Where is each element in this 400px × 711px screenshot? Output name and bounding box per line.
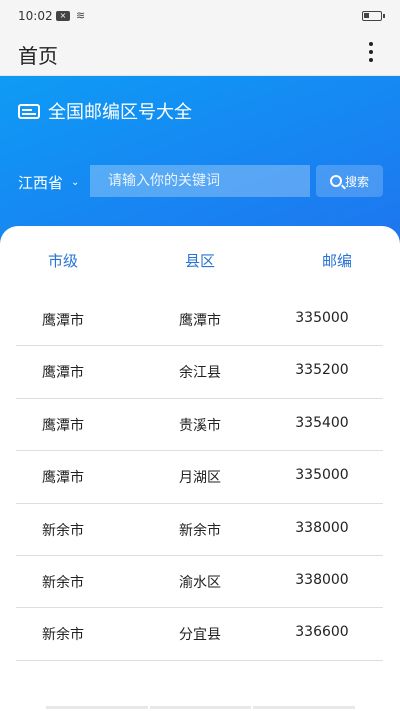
city-cell: 新余市: [42, 522, 84, 539]
wifi-icon: ≋: [76, 9, 86, 22]
column-header-city: 市级: [47, 252, 78, 270]
search-button[interactable]: 搜索: [316, 165, 383, 197]
table-row[interactable]: 新余市 新余市 338000: [16, 504, 383, 556]
bottom-tab-bar[interactable]: [46, 706, 356, 711]
status-time: 10:02: [18, 9, 53, 23]
table-row[interactable]: 鹰潭市 余江县 335200: [16, 346, 383, 399]
city-cell: 鹰潭市: [42, 365, 84, 382]
city-cell: 鹰潭市: [42, 470, 84, 487]
table-row[interactable]: 新余市 渝水区 338000: [16, 556, 383, 609]
city-cell: 鹰潭市: [42, 313, 84, 329]
sim-card-icon: ×: [56, 10, 70, 21]
chevron-down-icon: ⌄: [71, 177, 80, 188]
postcode-cell: 335000: [295, 467, 349, 484]
city-cell: 新余市: [42, 627, 84, 644]
county-cell: 新余市: [179, 522, 221, 539]
table-body: 鹰潭市 鹰潭市 335000 鹰潭市 余江县 335200 鹰潭市 贵溪市 33…: [16, 294, 383, 661]
table-row[interactable]: 新余市 分宜县 336600: [16, 608, 383, 661]
column-header-postcode: 邮编: [321, 252, 352, 270]
table-row[interactable]: 鹰潭市 鹰潭市 335000: [16, 294, 383, 347]
postcode-cell: 335000: [295, 310, 349, 326]
more-vertical-icon[interactable]: [368, 42, 374, 62]
county-cell: 鹰潭市: [179, 313, 221, 329]
postcode-cell: 338000: [295, 519, 349, 536]
county-cell: 贵溪市: [179, 417, 221, 434]
table-row[interactable]: 鹰潭市 月湖区 335000: [16, 451, 383, 504]
postcode-cell: 338000: [295, 571, 349, 588]
battery-icon: [362, 11, 385, 21]
county-cell: 余江县: [179, 365, 221, 382]
app-name: 全国邮编区号大全: [48, 102, 192, 123]
city-cell: 新余市: [42, 574, 84, 591]
id-card-icon: [18, 103, 40, 119]
search-button-label: 搜索: [344, 174, 369, 189]
result-card: 市级 县区 邮编 鹰潭市 鹰潭市 335000 鹰潭市 余江县 335200 鹰…: [0, 226, 400, 711]
search-input[interactable]: [90, 165, 310, 197]
app-bar: 首页: [0, 30, 400, 76]
table-row[interactable]: 鹰潭市 贵溪市 335400: [16, 399, 383, 452]
province-label: 江西省: [18, 174, 64, 192]
county-cell: 分宜县: [179, 627, 221, 644]
province-select[interactable]: 江西省 ⌄: [18, 172, 79, 193]
status-icons: × ≋: [56, 9, 85, 22]
table-header: 市级 县区 邮编: [0, 250, 400, 272]
postcode-cell: 335400: [295, 414, 349, 431]
search-icon: [329, 175, 342, 187]
city-cell: 鹰潭市: [42, 417, 84, 434]
postcode-cell: 335200: [295, 362, 349, 379]
county-cell: 渝水区: [179, 574, 221, 591]
county-cell: 月湖区: [179, 470, 221, 487]
app-name-row: 全国邮编区号大全: [18, 98, 192, 124]
page-title: 首页: [18, 44, 58, 68]
status-bar: 10:02 × ≋: [0, 0, 400, 30]
postcode-cell: 336600: [295, 624, 349, 641]
column-header-county: 县区: [184, 252, 215, 270]
battery-level: [364, 13, 369, 18]
